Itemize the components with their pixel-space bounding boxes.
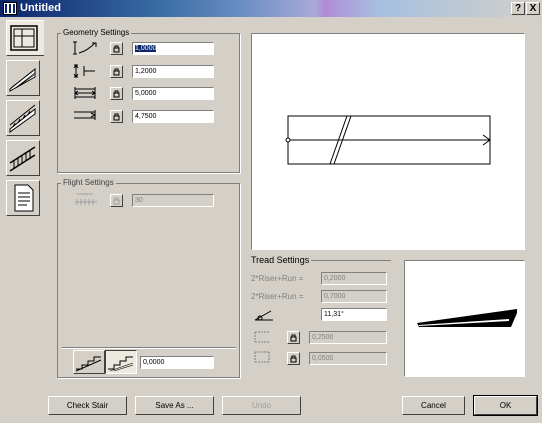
tread-depth-field: 0,2500	[309, 331, 387, 344]
stair-style-option-1[interactable]	[73, 350, 105, 374]
lock-icon	[113, 197, 120, 205]
lock-icon	[290, 334, 297, 342]
tab-listing[interactable]	[6, 180, 40, 216]
stair-structure-icon	[9, 67, 36, 92]
ok-button[interactable]: OK	[473, 395, 538, 416]
app-icon	[3, 2, 17, 15]
save-as-button[interactable]: Save As ...	[135, 396, 214, 415]
stair-profile-icon	[108, 356, 134, 372]
lock-toggle-width[interactable]	[110, 87, 123, 100]
height-field[interactable]: 1,0000	[132, 42, 214, 55]
tab-structure[interactable]	[6, 60, 40, 96]
tab-railing[interactable]	[6, 140, 40, 176]
lock-icon	[113, 68, 120, 76]
plan-preview	[251, 33, 525, 250]
riser-depth-field: 0,0500	[309, 352, 387, 365]
help-button[interactable]: ?	[511, 2, 525, 15]
slope-angle-icon	[254, 310, 273, 321]
lock-icon	[113, 113, 120, 121]
tab-treads[interactable]	[6, 100, 40, 136]
height-icon	[73, 41, 97, 55]
lock-toggle-length[interactable]	[110, 110, 123, 123]
lock-toggle-riser[interactable]	[110, 65, 123, 78]
riser-field[interactable]: 1,2000	[132, 65, 214, 78]
riser-depth-icon	[254, 351, 270, 363]
bottom-offset-field[interactable]: 0,0000	[140, 356, 214, 369]
riser-run-label-1: 2*Riser+Run =	[251, 274, 304, 283]
divider	[311, 260, 391, 261]
lock-toggle-height[interactable]	[110, 42, 123, 55]
flight-settings-label: Flight Settings	[61, 178, 116, 187]
stair-treads-icon	[9, 104, 36, 133]
stair-section-drawing	[417, 309, 517, 327]
riser-run-field-2: 0,7000	[321, 290, 387, 303]
window-title: Untitled	[20, 2, 61, 14]
stair-geometry-icon	[10, 25, 38, 51]
tab-geometry[interactable]	[6, 20, 44, 56]
flight-icon	[75, 193, 97, 205]
lock-icon	[113, 45, 120, 53]
lock-toggle-flight	[110, 194, 123, 207]
stair-plan-drawing	[285, 115, 491, 165]
title-bar	[0, 0, 542, 17]
length-field[interactable]: 4,7500	[132, 110, 214, 123]
stair-railing-icon	[9, 146, 36, 172]
lock-toggle-tread[interactable]	[287, 331, 300, 344]
tread-settings-label: Tread Settings	[251, 255, 310, 265]
cancel-button[interactable]: Cancel	[402, 396, 465, 415]
divider	[62, 347, 236, 349]
close-button[interactable]: X	[526, 2, 540, 15]
tread-depth-icon	[254, 331, 269, 343]
riser-run-field-1: 0,2000	[321, 272, 387, 285]
lock-icon	[290, 355, 297, 363]
height-value: 1,0000	[135, 45, 157, 52]
lock-toggle-riser-depth[interactable]	[287, 352, 300, 365]
slope-angle-field[interactable]: 11,31°	[321, 308, 387, 321]
document-icon	[14, 184, 34, 212]
flight-field: 30	[132, 194, 214, 207]
length-icon	[74, 110, 97, 120]
stair-profile-icon	[75, 356, 102, 372]
check-stair-button[interactable]: Check Stair	[48, 396, 127, 415]
lock-icon	[113, 90, 120, 98]
width-field[interactable]: 5,0000	[132, 87, 214, 100]
riser-count-icon	[73, 64, 95, 78]
width-icon	[74, 87, 96, 99]
stair-style-option-2[interactable]	[105, 350, 137, 374]
undo-button: Undo	[222, 396, 301, 415]
riser-run-label-2: 2*Riser+Run =	[251, 292, 304, 301]
geometry-settings-label: Geometry Settings	[61, 28, 132, 37]
section-preview	[404, 260, 525, 377]
